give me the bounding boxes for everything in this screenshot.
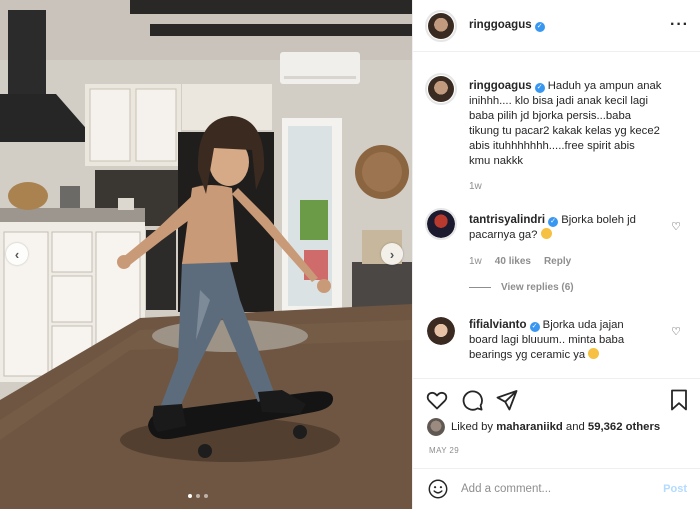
post-header: ringgoagus ✓ ··· [413, 0, 700, 52]
bookmark-icon[interactable] [667, 388, 691, 412]
comments-section: ringgoagus ✓ Haduh ya ampun anak inihhh..… [413, 53, 700, 379]
post-photo[interactable]: ‹ › [0, 0, 412, 509]
post-side-panel: ringgoagus ✓ ··· ringgoagus ✓ Haduh ya amp… [412, 0, 700, 509]
comment-timestamp[interactable]: 1w [469, 256, 482, 267]
caption-author[interactable]: ringgoagus [469, 80, 532, 92]
carousel-dot [196, 494, 200, 498]
liked-by-row: Liked by maharaniikd and 59,362 others [427, 418, 660, 436]
view-replies-label: View replies (6) [501, 282, 574, 293]
comment-input[interactable] [461, 480, 651, 498]
author-username[interactable]: ringgoagus [469, 19, 532, 31]
caption-meta: 1w [469, 181, 482, 192]
commenter-avatar[interactable] [427, 317, 455, 345]
liked-by-prefix: Liked by [451, 421, 494, 433]
liked-by-joiner: and [565, 421, 585, 433]
add-comment-bar: Post [413, 468, 700, 509]
verified-badge-icon: ✓ [529, 322, 540, 332]
comment-author[interactable]: tantrisyalindri [469, 214, 545, 226]
comment-text: tantrisyalindri ✓ Bjorka boleh jd pacarny… [469, 213, 669, 243]
likes-count[interactable]: 59,362 others [588, 421, 660, 433]
comment-like-heart-icon[interactable]: ♡ [671, 220, 681, 233]
caption-author-avatar[interactable] [425, 73, 457, 105]
carousel-indicator [188, 494, 208, 498]
post-actions-bar [413, 380, 700, 420]
post-comment-button[interactable]: Post [663, 483, 687, 495]
comment-author[interactable]: fifialvianto [469, 319, 527, 331]
author-avatar[interactable] [425, 10, 457, 42]
caption-line: baba pilih jd bjorka persis...baba [469, 110, 632, 122]
comment-line: board lagi bluuum.. minta baba [469, 334, 625, 346]
comment-line: bearings yg ceramic ya [469, 349, 586, 361]
verified-badge-icon: ✓ [534, 83, 545, 93]
emoji-icon[interactable] [427, 478, 449, 500]
comment-line: Bjorka uda jajan [542, 319, 624, 331]
more-horizontal-icon[interactable]: ··· [670, 16, 689, 34]
reply-button[interactable]: Reply [544, 256, 571, 267]
comment-line: pacarnya ga? [469, 229, 538, 241]
view-replies-button[interactable]: View replies (6) [469, 282, 574, 293]
caption-line: abis ituhhhhhhh.....free spirit abis [469, 140, 635, 152]
post-date[interactable]: MAY 29 [429, 446, 459, 455]
carousel-dot [188, 494, 192, 498]
comment-text: fifialvianto ✓ Bjorka uda jajan board lag… [469, 318, 679, 363]
carousel-dot [204, 494, 208, 498]
photo-illustration [0, 0, 412, 509]
caption-line: kmu nakkk [469, 155, 523, 167]
carousel-prev-button[interactable]: ‹ [6, 243, 28, 265]
commenter-avatar[interactable] [425, 208, 457, 240]
comment-likes-count[interactable]: 40 likes [495, 256, 531, 267]
laughing-emoji-icon [540, 228, 552, 239]
verified-badge-icon: ✓ [548, 217, 559, 227]
comment-like-heart-icon[interactable]: ♡ [671, 325, 681, 338]
caption-line: Haduh ya ampun anak [547, 80, 662, 92]
caption: ringgoagus ✓ Haduh ya ampun anak inihhh..… [469, 79, 691, 169]
comment-icon[interactable] [460, 388, 484, 412]
chevron-left-icon: ‹ [14, 246, 20, 262]
comment-meta: 1w 40 likes Reply [469, 256, 571, 267]
liked-by-user[interactable]: maharaniikd [496, 421, 563, 433]
replies-divider [469, 287, 491, 288]
verified-badge-icon: ✓ [534, 22, 545, 32]
caption-timestamp[interactable]: 1w [469, 181, 482, 192]
liker-avatar[interactable] [427, 418, 445, 436]
caption-line: inihhh.... klo bisa jadi anak kecil lagi [469, 95, 648, 107]
carousel-next-button[interactable]: › [381, 243, 403, 265]
heart-icon[interactable] [425, 388, 449, 412]
chevron-right-icon: › [389, 246, 395, 262]
caption-line: tikung tu pacar2 kakak kelas yg kece2 [469, 125, 660, 137]
comment-line: Bjorka boleh jd [561, 214, 636, 226]
share-icon[interactable] [495, 388, 519, 412]
laughing-emoji-icon [588, 348, 600, 359]
